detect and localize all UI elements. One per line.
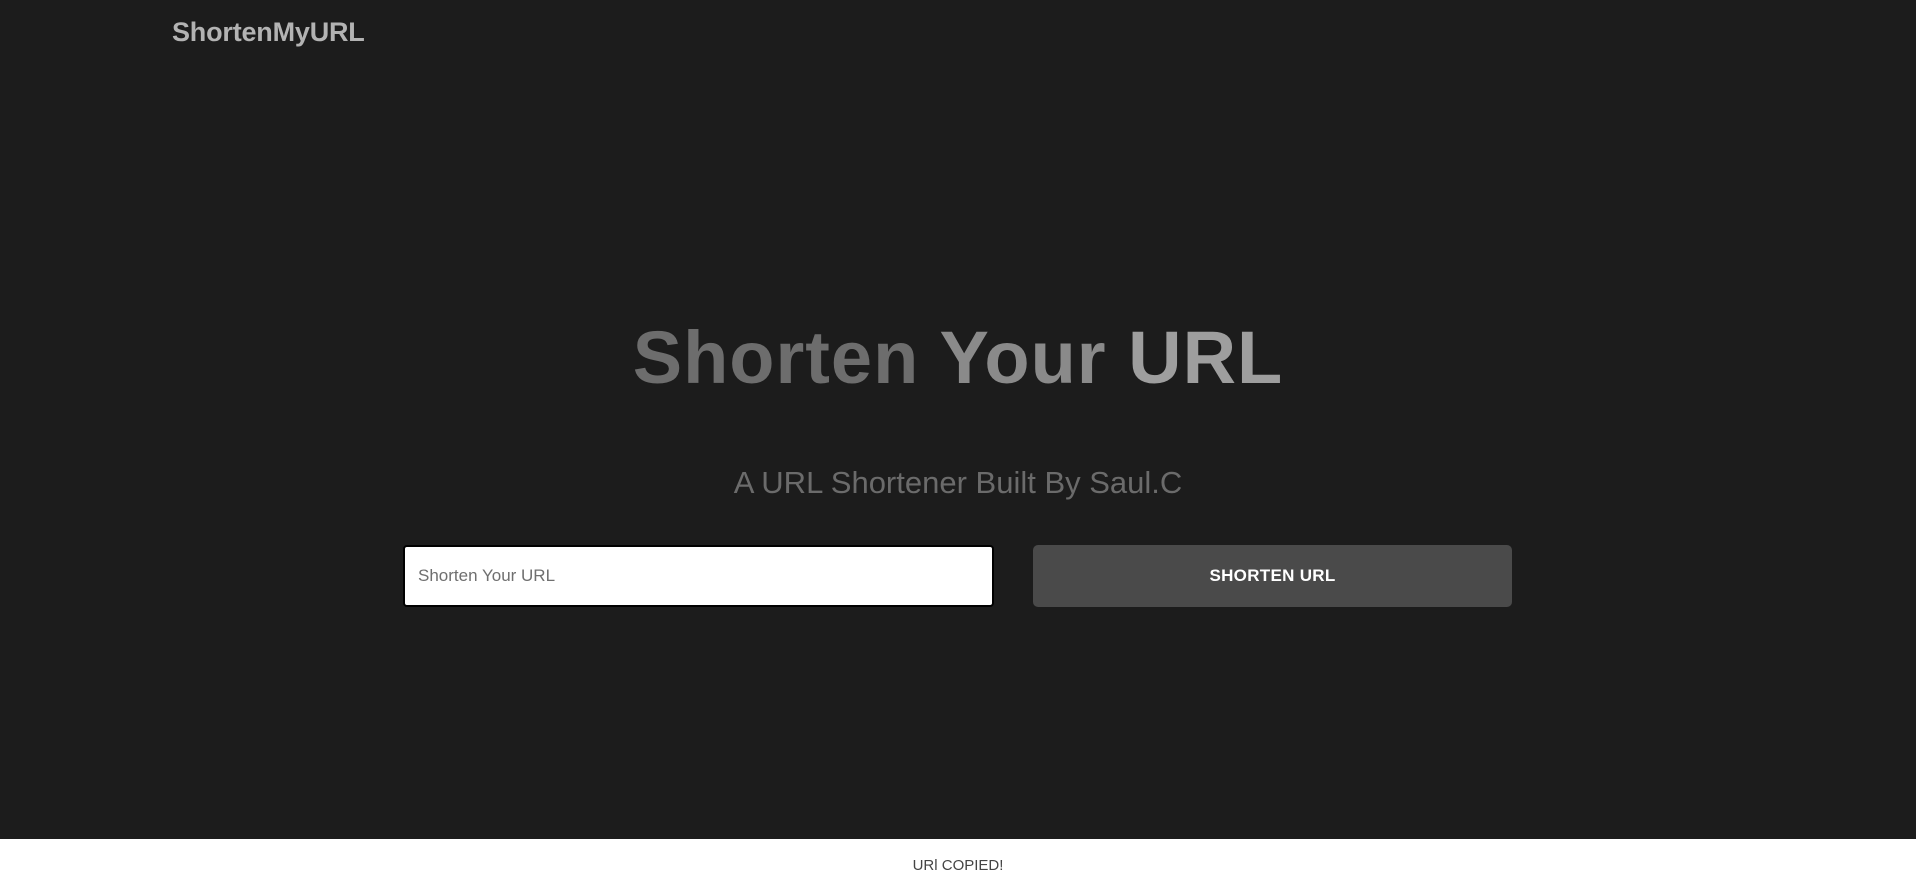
app-root: ShortenMyURL Shorten Your URL A URL Shor… [0, 0, 1916, 891]
toast-message: URl COPIED! [912, 857, 1004, 874]
hero-title: Shorten Your URL [0, 316, 1916, 400]
hero-title-word-3: URL [1128, 316, 1284, 399]
brand-logo-link[interactable]: ShortenMyURL [172, 17, 365, 48]
hero-subtitle: A URL Shortener Built By Saul.C [733, 465, 1183, 500]
hero-title-word-1: Shorten [632, 316, 920, 399]
hero-title-word-2: Your [939, 316, 1107, 399]
shorten-url-button[interactable]: SHORTEN URL [1033, 545, 1512, 607]
main-background: ShortenMyURL Shorten Your URL A URL Shor… [0, 0, 1916, 839]
url-input[interactable] [403, 545, 994, 607]
